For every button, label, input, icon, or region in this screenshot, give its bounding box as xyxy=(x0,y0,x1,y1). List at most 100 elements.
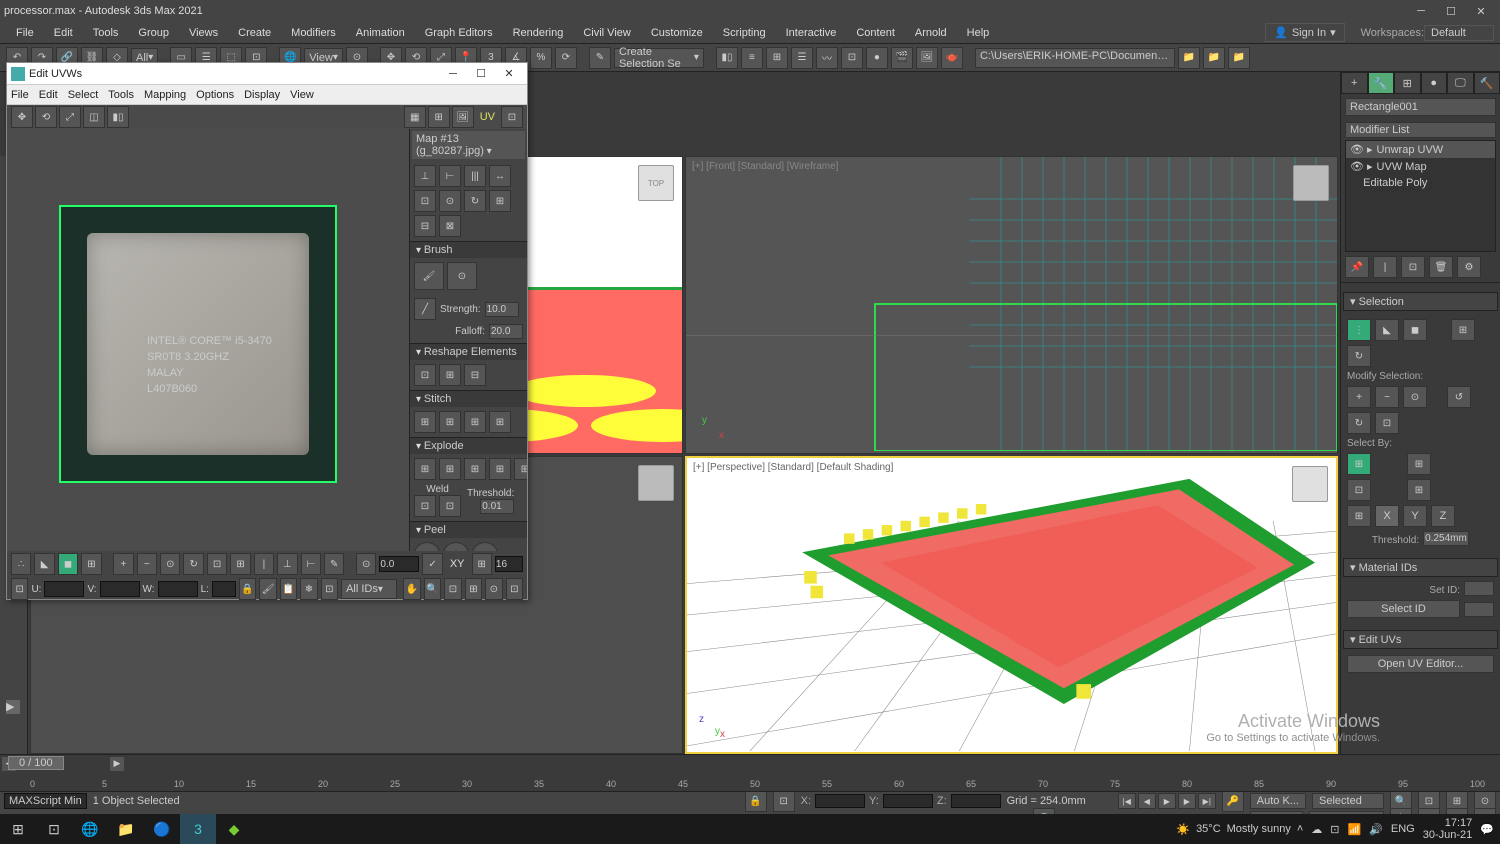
explode-4[interactable]: ⊞ xyxy=(489,458,511,480)
uvw-zoomsel-button[interactable]: ⊞ xyxy=(465,578,482,600)
sel-edge-button[interactable]: ◣ xyxy=(1375,319,1399,341)
folder-3-button[interactable]: 📁 xyxy=(1228,47,1250,69)
goto-end-button[interactable]: ▶| xyxy=(1198,793,1216,809)
uvw-menu-mapping[interactable]: Mapping xyxy=(144,89,186,101)
uvw-sel-element[interactable]: ⊞ xyxy=(81,553,101,575)
peel-2[interactable]: ◑ xyxy=(443,542,469,551)
uvw-options-button[interactable]: ⊡ xyxy=(501,106,523,128)
uvw-mirror-button[interactable]: ▮▯ xyxy=(107,106,129,128)
uvw-menu-edit[interactable]: Edit xyxy=(39,89,58,101)
reshape-3[interactable]: ⊟ xyxy=(464,364,486,386)
show-end-button[interactable]: | xyxy=(1373,256,1397,278)
tray-notifications-icon[interactable]: 💬 xyxy=(1480,823,1494,836)
stack-item-editablepoly[interactable]: Editable Poly xyxy=(1346,175,1495,191)
uvw-menu-display[interactable]: Display xyxy=(244,89,280,101)
brush-falloff-button[interactable]: ╱ xyxy=(414,298,436,320)
brush-header[interactable]: ▾ Brush xyxy=(410,241,527,258)
goto-start-button[interactable]: |◀ xyxy=(1118,793,1136,809)
select-by-element-button[interactable]: ⊞ xyxy=(1347,453,1371,475)
time-ruler[interactable]: 0510152025303540455055606570758085909510… xyxy=(0,772,1500,792)
uvw-angle-input[interactable] xyxy=(379,556,419,572)
uvw-sel-7[interactable]: | xyxy=(254,553,274,575)
uvw-fit-button[interactable]: ⊡ xyxy=(321,578,338,600)
render-setup-button[interactable]: 🎬 xyxy=(891,47,913,69)
rollout-selection-header[interactable]: ▾ Selection xyxy=(1343,292,1498,311)
reshape-1[interactable]: ⊡ xyxy=(414,364,436,386)
uvw-menu-tools[interactable]: Tools xyxy=(108,89,134,101)
stitch-3[interactable]: ⊞ xyxy=(464,411,486,433)
layer-button[interactable]: ☰ xyxy=(791,47,813,69)
project-path-box[interactable]: C:\Users\ERIK-HOME-PC\Documents\3ds Max … xyxy=(975,48,1175,68)
open-uv-editor-button[interactable]: Open UV Editor... xyxy=(1347,655,1494,673)
uvw-move-button[interactable]: ✥ xyxy=(11,106,33,128)
axis-y-button[interactable]: Y xyxy=(1403,505,1427,527)
uvw-zoomext-button[interactable]: ⊡ xyxy=(444,578,461,600)
play-button[interactable]: ▶ xyxy=(1158,793,1176,809)
uvw-brush-2[interactable]: 🖌 xyxy=(259,578,276,600)
hierarchy-tab[interactable]: ⊞ xyxy=(1394,72,1421,94)
stitch-1[interactable]: ⊞ xyxy=(414,411,436,433)
coord-x-input[interactable] xyxy=(815,794,865,808)
chrome-icon[interactable]: 🔵 xyxy=(144,814,180,844)
material-editor-button[interactable]: ● xyxy=(866,47,888,69)
uvw-w-input[interactable] xyxy=(158,581,198,597)
loop2-button[interactable]: ↻ xyxy=(1347,412,1371,434)
strength-input[interactable] xyxy=(485,302,519,317)
uvw-abs-toggle[interactable]: ⊡ xyxy=(11,578,28,600)
uvw-zoomregion[interactable]: ⊡ xyxy=(506,578,523,600)
display-tab[interactable]: 🖵 xyxy=(1447,72,1474,94)
uvw-pan-button[interactable]: ✋ xyxy=(403,578,420,600)
uvw-maximize-button[interactable]: ☐ xyxy=(467,65,495,83)
viewcube-left[interactable] xyxy=(638,465,674,501)
uvw-snap-button[interactable]: ⊙ xyxy=(485,578,502,600)
uvw-view-area[interactable]: INTEL® CORE™ i5-3470 SR0T8 3.20GHZ MALAY… xyxy=(7,129,527,551)
modifier-stack[interactable]: 👁 ▸ Unwrap UVW 👁 ▸ UVW Map Editable Poly xyxy=(1345,140,1496,252)
uvw-sel-vertex[interactable]: ∴ xyxy=(11,553,31,575)
uvw-sel-9[interactable]: ⊢ xyxy=(301,553,321,575)
quick-transform-3[interactable]: ||| xyxy=(464,165,486,187)
stitch-4[interactable]: ⊞ xyxy=(489,411,511,433)
uvw-checker-button[interactable]: ▦ xyxy=(404,106,426,128)
menu-file[interactable]: File xyxy=(6,25,44,41)
menu-customize[interactable]: Customize xyxy=(641,25,713,41)
time-next-button[interactable]: ▶ xyxy=(110,757,124,771)
rollout-matids-header[interactable]: ▾ Material IDs xyxy=(1343,558,1498,577)
select-planar-button[interactable]: ⊡ xyxy=(1347,479,1371,501)
edge-icon[interactable]: 🌐 xyxy=(72,814,108,844)
stack-item-unwrapuvw[interactable]: 👁 ▸ Unwrap UVW xyxy=(1346,141,1495,158)
sel-element-button[interactable]: ⊞ xyxy=(1451,319,1475,341)
uvw-angle-apply[interactable]: ✓ xyxy=(422,553,442,575)
uvw-sel-ring[interactable]: ⊙ xyxy=(160,553,180,575)
uvw-minimize-button[interactable]: ─ xyxy=(439,65,467,83)
menu-group[interactable]: Group xyxy=(128,25,179,41)
autokey-button[interactable]: Auto K... xyxy=(1250,793,1306,809)
explode-3[interactable]: ⊞ xyxy=(464,458,486,480)
sel-loop-button[interactable]: ↻ xyxy=(1347,345,1371,367)
mirror-button[interactable]: ▮▯ xyxy=(716,47,738,69)
align-button[interactable]: ≡ xyxy=(741,47,763,69)
explode-header[interactable]: ▾ Explode xyxy=(410,437,527,454)
window-maximize-button[interactable]: ☐ xyxy=(1436,2,1466,20)
uvw-zoom-button[interactable]: 🔍 xyxy=(424,578,441,600)
uvw-menu-select[interactable]: Select xyxy=(68,89,99,101)
tray-app-icon[interactable]: ⊡ xyxy=(1330,823,1339,836)
sel-thresh-input[interactable] xyxy=(1423,531,1469,546)
curve-editor-button[interactable]: 〰 xyxy=(816,47,838,69)
time-handle[interactable]: 0 / 100 xyxy=(8,756,64,770)
menu-arnold[interactable]: Arnold xyxy=(905,25,957,41)
uvw-lock-button[interactable]: 🔒 xyxy=(239,578,256,600)
pin-stack-button[interactable]: 📌 xyxy=(1345,256,1369,278)
next-frame-button[interactable]: ▶ xyxy=(1178,793,1196,809)
explode-1[interactable]: ⊞ xyxy=(414,458,436,480)
coord-z-input[interactable] xyxy=(951,794,1001,808)
viewcube-perspective[interactable] xyxy=(1292,466,1328,502)
loop-button[interactable]: ↺ xyxy=(1447,386,1471,408)
uvw-v-input[interactable] xyxy=(100,581,140,597)
uvw-menu-options[interactable]: Options xyxy=(196,89,234,101)
uvw-menu-view[interactable]: View xyxy=(290,89,314,101)
uvw-sel-8[interactable]: ⊥ xyxy=(277,553,297,575)
menu-content[interactable]: Content xyxy=(846,25,905,41)
brush-relax-button[interactable]: ⊙ xyxy=(447,262,477,290)
viewcube-front[interactable] xyxy=(1293,165,1329,201)
quick-transform-5[interactable]: ⊡ xyxy=(414,190,436,212)
